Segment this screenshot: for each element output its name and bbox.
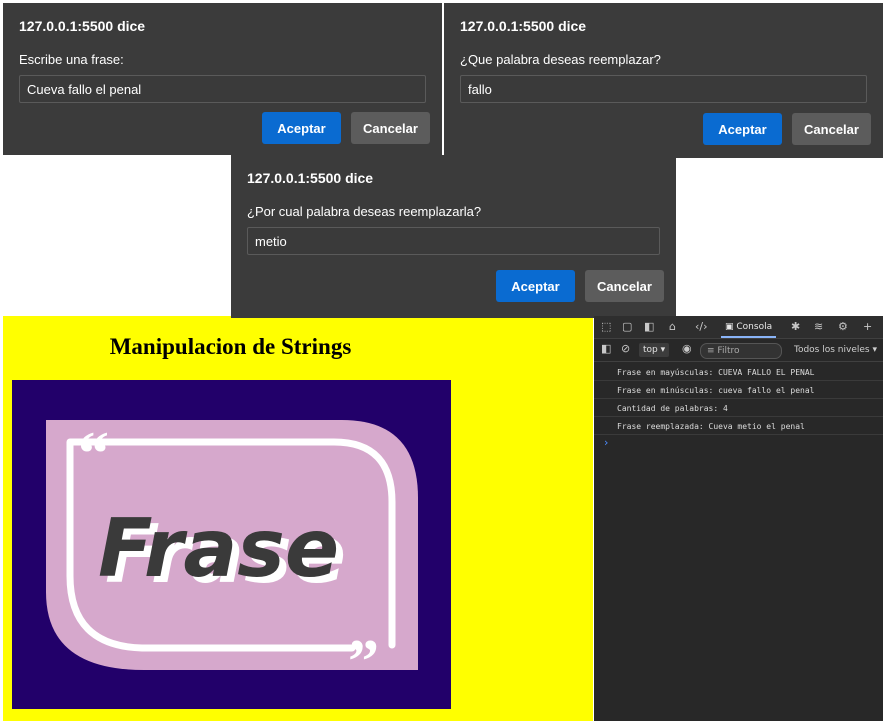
prompt-dialog-replacement-word: 127.0.0.1:5500 dice ¿Por cual palabra de…: [231, 155, 676, 318]
chevron-down-icon: ▾: [660, 345, 666, 355]
console-message: Frase reemplazada: Cueva metio el penal: [594, 418, 883, 435]
console-prompt-icon[interactable]: ›: [604, 436, 608, 449]
prompt-dialog-word-to-replace: 127.0.0.1:5500 dice ¿Que palabra deseas …: [444, 3, 883, 158]
eye-icon[interactable]: ◉: [682, 342, 692, 356]
cancel-button[interactable]: Cancelar: [351, 112, 430, 144]
dialog-input[interactable]: [19, 75, 426, 103]
context-select[interactable]: top ▾: [639, 343, 670, 357]
dialog-title: 127.0.0.1:5500 dice: [460, 18, 587, 34]
open-quote-mark: “: [78, 420, 109, 488]
dialog-message: ¿Por cual palabra deseas reemplazarla?: [247, 204, 482, 219]
performance-icon[interactable]: ⚙: [838, 320, 848, 334]
filter-icon: ≡: [707, 346, 715, 356]
dialog-input[interactable]: [460, 75, 867, 103]
dialog-title: 127.0.0.1:5500 dice: [247, 170, 374, 186]
devtools-toolbar: ⬚ ▢ ◧ ⌂ ‹/› ▣ Consola ✱ ≋ ⚙ +: [594, 316, 883, 339]
prompt-dialog-phrase: 127.0.0.1:5500 dice Escribe una frase: A…: [3, 3, 442, 155]
close-quote-mark: ”: [348, 628, 379, 696]
tab-console[interactable]: ▣ Consola: [721, 316, 777, 338]
chevron-down-icon: ▾: [872, 345, 877, 355]
console-icon: ▣: [725, 322, 734, 332]
dialog-title: 127.0.0.1:5500 dice: [19, 18, 146, 34]
console-filter-bar: ◧ ⊘ top ▾ ◉ ≡ Filtro Todos los niveles ▾: [594, 339, 883, 362]
console-message: Cantidad de palabras: 4: [594, 400, 883, 417]
dock-icon[interactable]: ◧: [644, 320, 654, 334]
frase-banner-image: “ ” Frase Frase: [12, 380, 451, 709]
console-filter-input[interactable]: ≡ Filtro: [700, 343, 782, 359]
accept-button[interactable]: Aceptar: [703, 113, 782, 145]
banner-text: Frase: [98, 502, 339, 595]
log-levels-label: Todos los niveles: [793, 345, 870, 355]
frase-banner-graphic: “ ” Frase Frase: [12, 380, 451, 709]
cancel-button[interactable]: Cancelar: [792, 113, 871, 145]
page-title: Manipulacion de Strings: [109, 334, 352, 359]
filter-placeholder: Filtro: [717, 346, 740, 356]
devtools-panel: ⬚ ▢ ◧ ⌂ ‹/› ▣ Consola ✱ ≋ ⚙ + ◧ ⊘ top ▾ …: [594, 316, 883, 721]
network-wifi-icon[interactable]: ≋: [814, 320, 823, 334]
device-toolbar-icon[interactable]: ▢: [622, 320, 632, 334]
web-page: Manipulacion de Strings “ ” Frase Frase: [3, 316, 593, 721]
context-value: top: [643, 345, 658, 355]
elements-icon[interactable]: ‹/›: [695, 320, 708, 334]
inspect-icon[interactable]: ⬚: [601, 320, 611, 334]
console-message: Frase en minúsculas: cueva fallo el pena…: [594, 382, 883, 399]
add-tab-icon[interactable]: +: [863, 320, 872, 334]
bug-icon[interactable]: ✱: [791, 320, 800, 334]
console-message: Frase en mayúsculas: CUEVA FALLO EL PENA…: [594, 364, 883, 381]
dialog-input[interactable]: [247, 227, 660, 255]
tab-console-label: Consola: [736, 322, 773, 332]
dialog-message: Escribe una frase:: [19, 52, 124, 67]
dialog-message: ¿Que palabra deseas reemplazar?: [460, 52, 661, 67]
log-levels-dropdown[interactable]: Todos los niveles ▾: [794, 343, 877, 357]
accept-button[interactable]: Aceptar: [496, 270, 575, 302]
accept-button[interactable]: Aceptar: [262, 112, 341, 144]
home-icon[interactable]: ⌂: [669, 320, 676, 334]
cancel-button[interactable]: Cancelar: [585, 270, 664, 302]
sidebar-toggle-icon[interactable]: ◧: [601, 342, 611, 356]
clear-console-icon[interactable]: ⊘: [621, 342, 630, 356]
